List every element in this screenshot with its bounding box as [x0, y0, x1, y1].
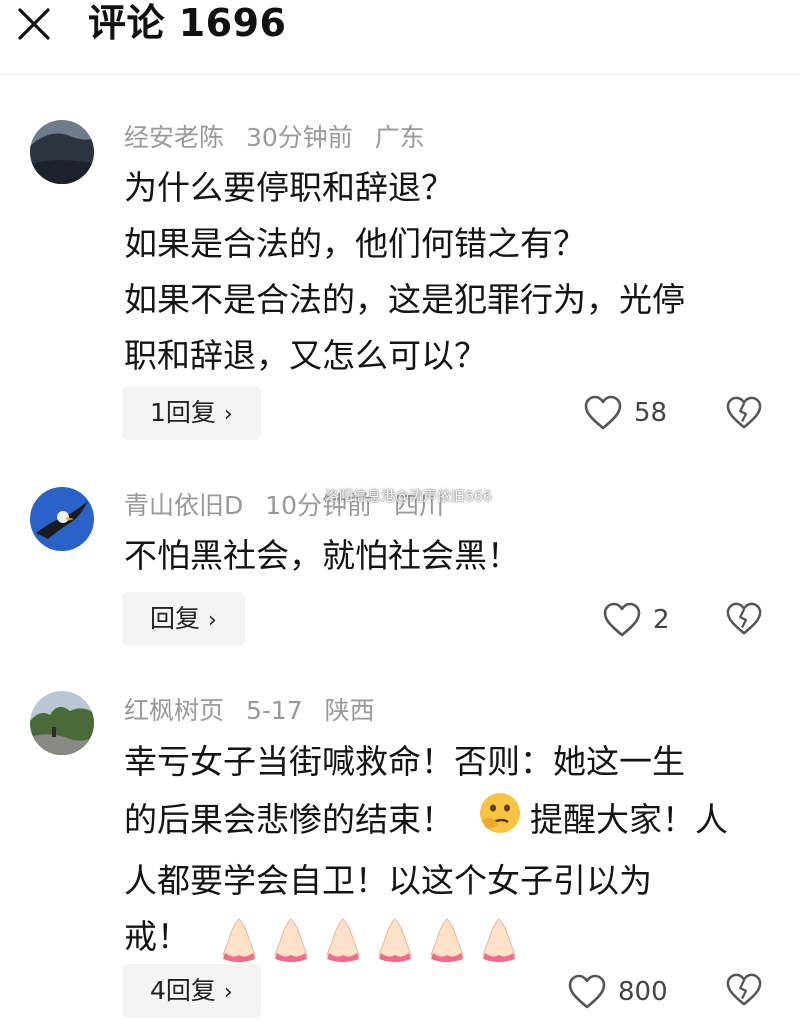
heart-outline-icon — [584, 395, 622, 430]
folded-hands-icon — [221, 917, 256, 962]
reply-label: 回复 — [150, 604, 201, 633]
folded-hands-icon — [429, 917, 464, 962]
folded-hands-icon — [273, 917, 308, 962]
comment-line: 戒！ — [124, 909, 784, 965]
header-divider — [0, 74, 800, 75]
comment-line: 为什么要停职和辞退？ — [124, 168, 454, 207]
watermark: 洛阳信息港@涛声依旧666 — [325, 489, 492, 505]
broken-heart-icon[interactable] — [726, 395, 762, 431]
username[interactable]: 青山依旧D — [124, 491, 243, 520]
comment-text: 不怕黑社会，就怕社会黑！ — [124, 528, 784, 584]
comment-line: 不怕黑社会，就怕社会黑！ — [124, 536, 520, 575]
broken-heart-icon[interactable] — [726, 972, 762, 1008]
comment-location: 广东 — [374, 123, 425, 152]
comment-line: 如果不是合法的，这是犯罪行为，光停 — [124, 280, 685, 319]
comment-meta: 红枫树页 5-17 陕西 — [124, 695, 389, 727]
like-button[interactable]: 2 — [603, 600, 670, 640]
like-count: 800 — [618, 977, 668, 1007]
comment-meta: 经安老陈 30分钟前 广东 — [124, 122, 439, 154]
comment-line: 幸亏女子当街喊救命！否则：她这一生 — [124, 742, 685, 781]
comment-time: 5-17 — [245, 696, 303, 725]
comment-line: 职和辞退，又怎么可以？ — [124, 336, 487, 375]
like-count: 58 — [634, 398, 668, 428]
avatar[interactable] — [30, 120, 94, 184]
folded-hands-icon — [325, 917, 360, 962]
reply-button[interactable]: 回复 › — [122, 592, 245, 646]
like-button[interactable]: 800 — [568, 972, 668, 1012]
reply-label: 4回复 — [150, 976, 216, 1005]
reply-button[interactable]: 1回复 › — [122, 386, 261, 440]
comment-line: 的后果会悲惨的结束！ 提醒大家！人 — [124, 790, 784, 853]
comment-line-part: 的后果会悲惨的结束！ — [124, 800, 454, 839]
avatar[interactable] — [30, 691, 94, 755]
close-icon[interactable] — [14, 4, 54, 44]
like-button[interactable]: 58 — [584, 393, 667, 433]
reply-button[interactable]: 4回复 › — [122, 964, 261, 1018]
comment-line: 如果是合法的，他们何错之有？ — [124, 224, 586, 263]
folded-hands-emoji-group — [202, 917, 525, 962]
folded-hands-icon — [481, 917, 516, 962]
comment-location: 陕西 — [324, 696, 375, 725]
like-count: 2 — [653, 605, 670, 635]
username[interactable]: 经安老陈 — [124, 123, 224, 152]
comment-time: 30分钟前 — [245, 123, 353, 152]
heart-outline-icon — [603, 602, 641, 637]
page-title: 评论 1696 — [88, 1, 287, 45]
comment-text: 幸亏女子当街喊救命！否则：她这一生 的后果会悲惨的结束！ 提醒大家！人 人都要学会… — [124, 734, 784, 965]
heart-outline-icon — [568, 974, 606, 1009]
username[interactable]: 红枫树页 — [124, 696, 224, 725]
thinking-face-emoji-icon — [476, 790, 524, 853]
comment-line: 人都要学会自卫！以这个女子引以为 — [124, 861, 652, 900]
folded-hands-icon — [377, 917, 412, 962]
comments-header: 评论 1696 — [0, 0, 800, 60]
broken-heart-icon[interactable] — [726, 601, 762, 637]
avatar[interactable] — [30, 487, 94, 551]
reply-label: 1回复 — [150, 398, 216, 427]
comment-line-part: 戒！ — [124, 917, 190, 956]
comment-line-part: 提醒大家！人 — [530, 800, 728, 839]
chevron-right-icon: › — [208, 608, 217, 633]
chevron-right-icon: › — [223, 402, 233, 427]
comment-text: 为什么要停职和辞退？ 如果是合法的，他们何错之有？ 如果不是合法的，这是犯罪行为… — [124, 160, 784, 384]
